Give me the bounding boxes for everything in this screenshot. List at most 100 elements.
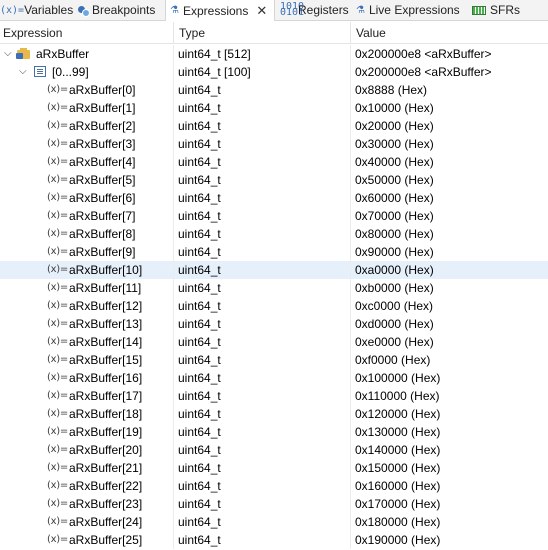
table-row[interactable]: (x)= aRxBuffer[1] uint64_t 0x10000 (Hex): [0, 99, 548, 117]
collapse-chevron-icon[interactable]: ⌵: [4, 45, 12, 63]
table-row[interactable]: (x)= aRxBuffer[9] uint64_t 0x90000 (Hex): [0, 243, 548, 261]
expression-name: aRxBuffer[12]: [69, 299, 143, 313]
table-row[interactable]: (x)= aRxBuffer[14] uint64_t 0xe0000 (Hex): [0, 333, 548, 351]
expression-value: 0x40000 (Hex): [355, 155, 434, 169]
tab-breakpoints[interactable]: Breakpoints: [78, 0, 162, 20]
table-row[interactable]: (x)= aRxBuffer[11] uint64_t 0xb0000 (Hex): [0, 279, 548, 297]
expression-value: 0x90000 (Hex): [355, 245, 434, 259]
expression-type: uint64_t: [178, 371, 221, 385]
table-row[interactable]: (x)= aRxBuffer[6] uint64_t 0x60000 (Hex): [0, 189, 548, 207]
collapse-chevron-icon[interactable]: ⌵: [19, 63, 27, 81]
variable-icon: (x)=: [47, 354, 68, 365]
table-row[interactable]: (x)= aRxBuffer[16] uint64_t 0x100000 (Hex): [0, 369, 548, 387]
expression-name: aRxBuffer[5]: [69, 173, 136, 187]
variable-icon: (x)=: [47, 462, 68, 473]
tab-sfrs-label: SFRs: [490, 3, 520, 17]
tab-expressions[interactable]: ⚗ Expressions ✕: [165, 0, 275, 21]
table-row[interactable]: (x)= aRxBuffer[13] uint64_t 0xd0000 (Hex): [0, 315, 548, 333]
variable-icon: (x)=: [47, 426, 68, 437]
expression-name: [0...99]: [52, 65, 89, 79]
tree-row-group[interactable]: ⌵ [0...99] uint64_t [100] 0x200000e8 <aR…: [0, 63, 548, 81]
expression-value: 0x120000 (Hex): [355, 407, 441, 421]
tab-live-expressions[interactable]: ⚗ Live Expressions: [356, 0, 462, 20]
tab-variables-label: Variables: [24, 3, 74, 17]
table-row[interactable]: (x)= aRxBuffer[20] uint64_t 0x140000 (Hex): [0, 441, 548, 459]
expression-value: 0x50000 (Hex): [355, 173, 434, 187]
table-row[interactable]: (x)= aRxBuffer[7] uint64_t 0x70000 (Hex): [0, 207, 548, 225]
variable-icon: (x)=: [47, 480, 68, 491]
variable-icon: (x)=: [47, 444, 68, 455]
table-row[interactable]: (x)= aRxBuffer[0] uint64_t 0x8888 (Hex): [0, 81, 548, 99]
column-header-expression[interactable]: Expression: [0, 22, 173, 44]
expression-type: uint64_t: [178, 101, 221, 115]
tree-row-root[interactable]: ⌵ aRxBuffer uint64_t [512] 0x200000e8 <a…: [0, 45, 548, 63]
variable-icon: (x)=: [47, 300, 68, 311]
expression-name: aRxBuffer[17]: [69, 389, 143, 403]
expression-type: uint64_t: [178, 389, 221, 403]
variable-icon: (x)=: [47, 534, 68, 545]
expression-value: 0x190000 (Hex): [355, 533, 441, 547]
expression-value: 0x8888 (Hex): [355, 83, 428, 97]
table-row[interactable]: (x)= aRxBuffer[2] uint64_t 0x20000 (Hex): [0, 117, 548, 135]
table-row[interactable]: (x)= aRxBuffer[15] uint64_t 0xf0000 (Hex): [0, 351, 548, 369]
table-row[interactable]: (x)= aRxBuffer[24] uint64_t 0x180000 (Hex): [0, 513, 548, 531]
expression-type: uint64_t: [178, 299, 221, 313]
expression-type: uint64_t: [178, 407, 221, 421]
table-row[interactable]: (x)= aRxBuffer[12] uint64_t 0xc0000 (Hex): [0, 297, 548, 315]
variable-icon: (x)=: [47, 192, 68, 203]
column-header-value[interactable]: Value: [350, 22, 548, 44]
expression-type: uint64_t: [178, 191, 221, 205]
tab-sfrs[interactable]: SFRs: [472, 0, 522, 20]
tab-expressions-label: Expressions: [182, 3, 249, 18]
expression-name: aRxBuffer[25]: [69, 533, 143, 547]
table-row[interactable]: (x)= aRxBuffer[25] uint64_t 0x190000 (Hex): [0, 531, 548, 549]
expression-value: 0xa0000 (Hex): [355, 263, 434, 277]
tab-variables[interactable]: (x)= Variables: [0, 0, 73, 20]
expressions-icon: ⚗: [170, 5, 179, 16]
expression-name: aRxBuffer[6]: [69, 191, 136, 205]
variable-icon: (x)=: [47, 318, 68, 329]
tab-registers[interactable]: 1010 0101 Registers: [280, 0, 349, 20]
variable-icon: (x)=: [47, 282, 68, 293]
table-row[interactable]: (x)= aRxBuffer[10] uint64_t 0xa0000 (Hex): [0, 261, 548, 279]
table-row[interactable]: (x)= aRxBuffer[22] uint64_t 0x160000 (Hex): [0, 477, 548, 495]
expression-value: 0xf0000 (Hex): [355, 353, 431, 367]
column-header-type[interactable]: Type: [173, 22, 350, 44]
expression-value: 0x140000 (Hex): [355, 443, 441, 457]
expression-value: 0x80000 (Hex): [355, 227, 434, 241]
expression-name: aRxBuffer[15]: [69, 353, 143, 367]
expression-type: uint64_t [100]: [178, 65, 251, 79]
expression-value: 0x100000 (Hex): [355, 371, 441, 385]
expression-type: uint64_t: [178, 281, 221, 295]
variable-icon: (x)=: [47, 228, 68, 239]
breakpoints-icon: [78, 5, 90, 17]
array-range-icon: [34, 66, 46, 77]
table-row[interactable]: (x)= aRxBuffer[23] uint64_t 0x170000 (Hex): [0, 495, 548, 513]
expression-type: uint64_t: [178, 245, 221, 259]
table-row[interactable]: (x)= aRxBuffer[4] uint64_t 0x40000 (Hex): [0, 153, 548, 171]
table-row[interactable]: (x)= aRxBuffer[19] uint64_t 0x130000 (Hex): [0, 423, 548, 441]
table-row[interactable]: (x)= aRxBuffer[21] uint64_t 0x150000 (Hex): [0, 459, 548, 477]
expression-type: uint64_t: [178, 533, 221, 547]
expression-type: uint64_t: [178, 317, 221, 331]
table-row[interactable]: (x)= aRxBuffer[3] uint64_t 0x30000 (Hex): [0, 135, 548, 153]
expression-type: uint64_t: [178, 515, 221, 529]
variable-icon: (x)=: [47, 138, 68, 149]
table-row[interactable]: (x)= aRxBuffer[18] uint64_t 0x120000 (Hex): [0, 405, 548, 423]
expression-type: uint64_t: [178, 353, 221, 367]
expression-type: uint64_t: [178, 173, 221, 187]
close-tab-icon[interactable]: ✕: [256, 3, 267, 19]
expression-type: uint64_t: [178, 479, 221, 493]
table-row[interactable]: (x)= aRxBuffer[8] uint64_t 0x80000 (Hex): [0, 225, 548, 243]
expression-value: 0xe0000 (Hex): [355, 335, 434, 349]
expression-name: aRxBuffer[21]: [69, 461, 143, 475]
expression-type: uint64_t: [178, 209, 221, 223]
variable-icon: (x)=: [47, 336, 68, 347]
variable-icon: (x)=: [47, 372, 68, 383]
table-row[interactable]: (x)= aRxBuffer[17] uint64_t 0x110000 (Hex): [0, 387, 548, 405]
expression-name: aRxBuffer[7]: [69, 209, 136, 223]
table-row[interactable]: (x)= aRxBuffer[5] uint64_t 0x50000 (Hex): [0, 171, 548, 189]
expression-name: aRxBuffer[22]: [69, 479, 143, 493]
expression-value: 0x200000e8 <aRxBuffer>: [355, 47, 492, 61]
expression-name: aRxBuffer[9]: [69, 245, 136, 259]
